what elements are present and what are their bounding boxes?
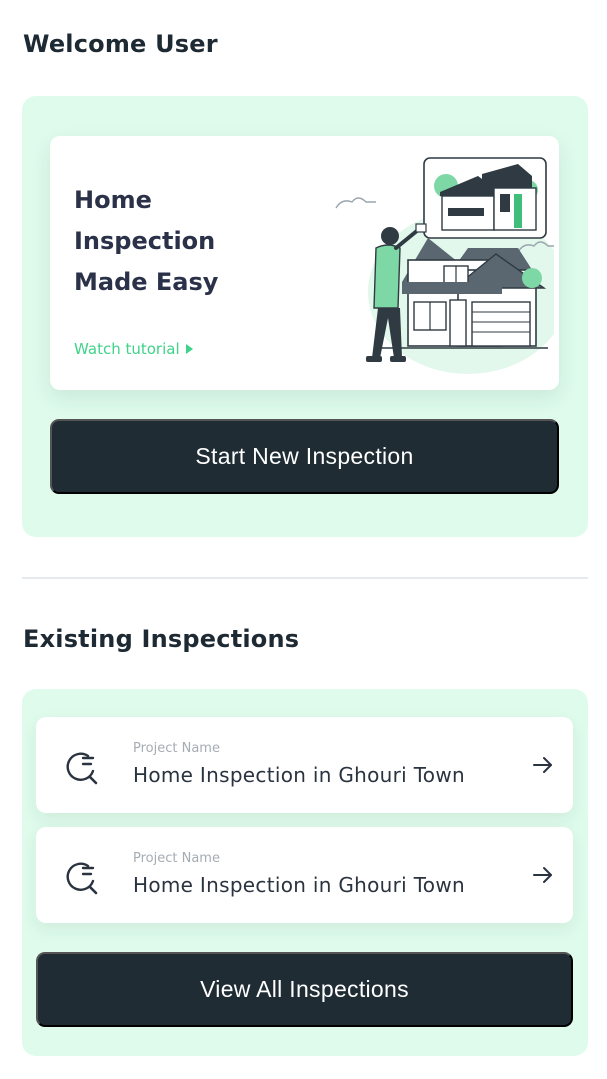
hero-headline-line-3: Made Easy — [74, 268, 219, 296]
search-document-icon — [66, 752, 98, 785]
hero-card: Home Inspection Made Easy Watch tutorial — [50, 136, 559, 390]
inspection-list-item[interactable]: Project Name Home Inspection in Ghouri T… — [36, 827, 573, 923]
existing-inspections-title: Existing Inspections — [23, 625, 300, 653]
start-new-inspection-button[interactable]: Start New Inspection — [50, 419, 559, 494]
arrow-right-icon[interactable] — [532, 755, 554, 775]
hero-headline-line-1: Home — [74, 186, 152, 214]
house-inspection-illustration — [335, 157, 554, 374]
play-icon — [185, 344, 193, 354]
inspection-list-item[interactable]: Project Name Home Inspection in Ghouri T… — [36, 717, 573, 813]
section-divider — [22, 577, 588, 579]
project-name-value: Home Inspection in Ghouri Town — [133, 763, 465, 787]
project-name-caption: Project Name — [133, 741, 220, 756]
welcome-title: Welcome User — [23, 30, 218, 58]
project-name-value: Home Inspection in Ghouri Town — [133, 873, 465, 897]
search-document-icon — [66, 862, 98, 895]
arrow-right-icon[interactable] — [532, 865, 554, 885]
project-name-caption: Project Name — [133, 851, 220, 866]
watch-tutorial-link[interactable]: Watch tutorial — [74, 340, 193, 358]
hero-headline: Home Inspection Made Easy — [74, 180, 274, 303]
view-all-inspections-button[interactable]: View All Inspections — [36, 952, 573, 1027]
hero-headline-line-2: Inspection — [74, 227, 216, 255]
watch-tutorial-label: Watch tutorial — [74, 340, 180, 358]
